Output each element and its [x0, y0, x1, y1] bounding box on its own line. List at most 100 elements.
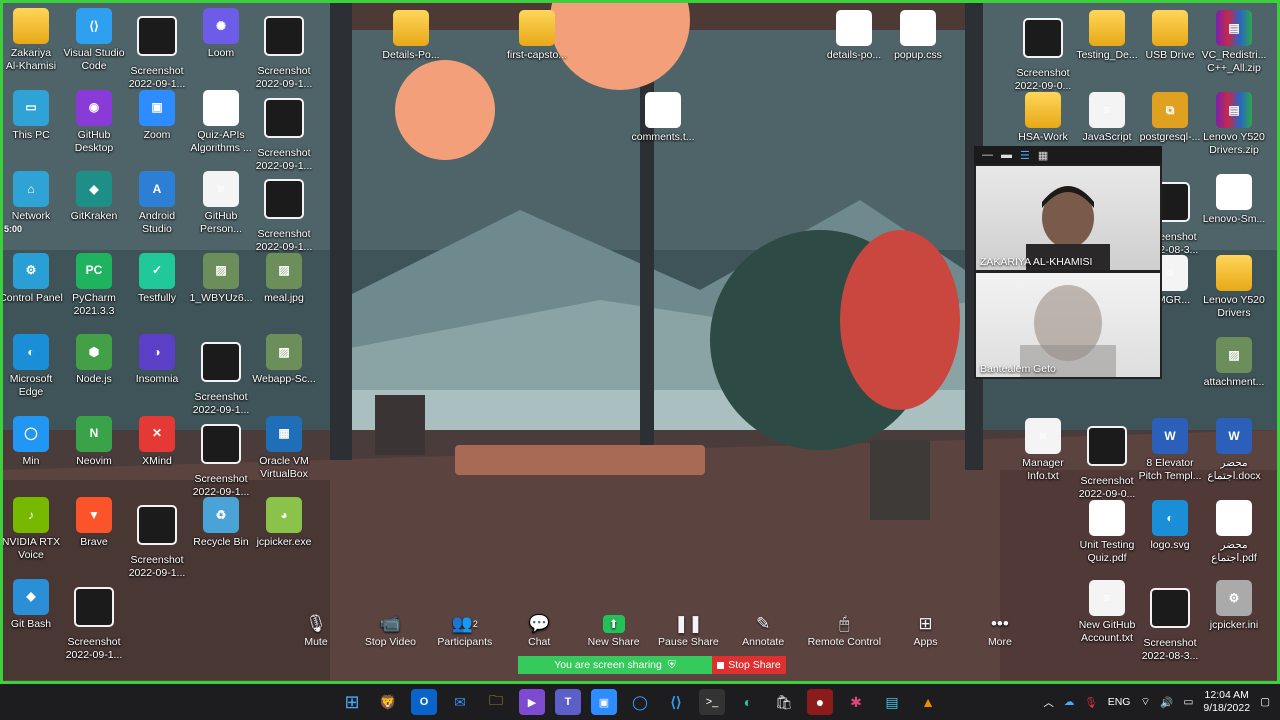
mail-icon[interactable]: ✉	[447, 689, 473, 715]
outlook-icon[interactable]: O	[411, 689, 437, 715]
desktop-icon[interactable]: ♪ NVIDIA RTX Voice	[0, 497, 64, 562]
min-browser-icon[interactable]: ◯	[627, 689, 653, 715]
desktop-icon[interactable]: ⚙ Control Panel	[0, 252, 64, 305]
desktop-icon[interactable]: PC PyCharm 2021.3.3	[61, 252, 127, 318]
desktop-icon[interactable]: ⟨⟩ Visual Studio Code	[61, 8, 127, 73]
desktop-icon[interactable]: Screenshot 2022-09-1...	[251, 8, 317, 91]
desktop-icon[interactable]: N Neovim	[61, 415, 127, 468]
desktop-icon[interactable]: ✕ XMind	[124, 415, 190, 468]
desktop-icon[interactable]: ⬢ Node.js	[61, 334, 127, 386]
stop-share-button[interactable]: Stop Share	[712, 656, 786, 674]
desktop-icon[interactable]: HSA-Work	[1010, 92, 1076, 144]
vlc-icon[interactable]: ▲	[915, 689, 941, 715]
pause-share-button[interactable]: ❚❚ Pause Share	[658, 612, 719, 648]
desktop-icon[interactable]: W محضر اجتماع.docx	[1201, 418, 1267, 483]
desktop-icon[interactable]: ⧉ postgresql-...	[1137, 92, 1203, 144]
wifi-icon[interactable]: ⌔	[1140, 695, 1150, 709]
desktop-icon[interactable]: ▨ meal.jpg	[251, 252, 317, 305]
desktop-icon[interactable]: ▦ Oracle VM VirtualBox	[251, 415, 317, 481]
desktop-icon[interactable]: first-capsto...	[504, 10, 570, 62]
start-windows-icon[interactable]: ⊞	[339, 689, 365, 715]
desktop-icon[interactable]: ◕ jcpicker.exe	[251, 497, 317, 549]
desktop-icon[interactable]: # popup.css	[885, 10, 951, 62]
desktop-icon[interactable]: Screenshot 2022-09-0...	[1010, 10, 1076, 93]
desktop-icon[interactable]: PDF Lenovo-Sm...	[1201, 174, 1267, 226]
desktop-icon[interactable]: ▨ attachment...	[1201, 337, 1267, 389]
strip-view-icon[interactable]: ☰	[1020, 149, 1030, 162]
desktop-icon[interactable]: ▼ Brave	[61, 497, 127, 549]
teams-icon[interactable]: T	[555, 689, 581, 715]
desktop-icon[interactable]: ▨ 1_WBYUz6...	[188, 252, 254, 305]
gallery-view-icon[interactable]: ▦	[1038, 149, 1048, 162]
apps-button[interactable]: ⊞ Apps	[896, 612, 956, 648]
desktop-icon[interactable]: ≡ GitHub Person...	[188, 171, 254, 236]
minimize-icon[interactable]: —	[982, 149, 993, 161]
desktop-icon[interactable]: ▤ VC_Redistri... C++_All.zip	[1201, 10, 1267, 75]
desktop-icon[interactable]: Screenshot 2022-09-1...	[251, 171, 317, 254]
desktop-icon[interactable]: JS details-po...	[821, 10, 887, 62]
desktop-icon[interactable]: ◯ Min	[0, 415, 64, 468]
notes-icon[interactable]: ▤	[879, 689, 905, 715]
desktop-icon[interactable]: ≡ JavaScript	[1074, 92, 1140, 144]
zoom-video-panel[interactable]: — ▬ ☰ ▦ ZAKARIYA AL-KHAMISI Bantealem Ge…	[974, 146, 1162, 379]
desktop-icon[interactable]: USB Drive	[1137, 10, 1203, 62]
desktop-icon[interactable]: PDF Unit Testing Quiz.pdf	[1074, 500, 1140, 565]
desktop-icon[interactable]: Screenshot 2022-09-0...	[1074, 418, 1140, 501]
participant-video-zakariya[interactable]: ZAKARIYA AL-KHAMISI	[976, 166, 1160, 270]
notification-icon[interactable]: ▢	[1260, 696, 1270, 708]
desktop-icon[interactable]: ⚙ jcpicker.ini	[1201, 580, 1267, 632]
desktop-icon[interactable]: ◐ Microsoft Edge	[0, 334, 64, 399]
store-icon[interactable]: 🛍	[771, 689, 797, 715]
desktop-icon[interactable]: ◆ Git Bash	[0, 578, 64, 631]
participants-button[interactable]: 👥 2 Participants	[435, 612, 495, 648]
desktop-icon[interactable]: ◑ Insomnia	[124, 334, 190, 386]
brave-icon[interactable]: 🦁	[375, 689, 401, 715]
desktop-icon[interactable]: ◐ logo.svg	[1137, 500, 1203, 552]
desktop-icon[interactable]: Testing_De...	[1074, 10, 1140, 62]
microphone-in-use-icon[interactable]: 🎙	[1084, 696, 1097, 709]
language-indicator[interactable]: ENG	[1108, 696, 1131, 708]
onedrive-icon[interactable]: ☁	[1064, 696, 1075, 708]
slack-icon[interactable]: ✱	[843, 689, 869, 715]
more-button[interactable]: ••• More	[970, 612, 1030, 648]
desktop-icon[interactable]: Lenovo Y520 Drivers	[1201, 255, 1267, 320]
clock[interactable]: 12:04 AM 9/18/2022	[1203, 689, 1250, 715]
recorder-icon[interactable]: ●	[807, 689, 833, 715]
desktop-icon[interactable]: ✺ Loom	[188, 8, 254, 60]
battery-icon[interactable]: ▭	[1183, 696, 1193, 708]
desktop-icon[interactable]: Screenshot 2022-09-1...	[61, 579, 127, 662]
desktop-icon[interactable]: Screenshot 2022-09-1...	[251, 90, 317, 173]
participant-video-bantealem[interactable]: Bantealem Geto	[976, 273, 1160, 377]
stop-video-button[interactable]: 📹 Stop Video	[360, 612, 420, 648]
new-share-button[interactable]: ⬆ New Share	[584, 612, 644, 648]
desktop-icon[interactable]: ◆ GitKraken	[61, 171, 127, 223]
desktop-icon[interactable]: Details-Po...	[378, 10, 444, 62]
desktop-icon[interactable]: JS comments.t...	[630, 92, 696, 144]
desktop-icon[interactable]: Screenshot 2022-08-3...	[1137, 580, 1203, 663]
annotate-button[interactable]: ✎ Annotate	[733, 612, 793, 648]
desktop-icon[interactable]: Screenshot 2022-09-1...	[124, 497, 190, 580]
terminal-icon[interactable]: >_	[699, 689, 725, 715]
file-explorer-icon[interactable]: 🗀	[483, 689, 509, 715]
desktop-icon[interactable]: ▣ Zoom	[124, 89, 190, 142]
desktop-icon[interactable]: ◉ GitHub Desktop	[61, 89, 127, 155]
vscode-icon[interactable]: ⟨⟩	[663, 689, 689, 715]
edge-icon[interactable]: ◐	[735, 689, 761, 715]
remote-control-button[interactable]: 🖱 Remote Control	[808, 612, 882, 648]
volume-icon[interactable]: 🔊	[1160, 696, 1173, 709]
desktop-icon[interactable]: ▨ Webapp-Sc...	[251, 334, 317, 386]
desktop-icon[interactable]: ⌂ Network	[0, 171, 64, 223]
visual-studio-icon[interactable]: ▶	[519, 689, 545, 715]
desktop-icon[interactable]: ✓ Testfully	[124, 252, 190, 305]
zoom-icon[interactable]: ▣	[591, 689, 617, 715]
show-hidden-icons-chevron-icon[interactable]: ︿	[1043, 695, 1054, 710]
desktop-icon[interactable]: Screenshot 2022-09-1...	[124, 8, 190, 91]
desktop-icon[interactable]: A Android Studio	[124, 171, 190, 236]
desktop-icon[interactable]: ♻ Recycle Bin	[188, 497, 254, 549]
desktop-icon[interactable]: W 8 Elevator Pitch Templ...	[1137, 418, 1203, 483]
desktop-icon[interactable]: Screenshot 2022-09-1...	[188, 334, 254, 417]
desktop-icon[interactable]: PDF Quiz-APIs Algorithms ...	[188, 89, 254, 155]
desktop-icon[interactable]: ▤ Lenovo Y520 Drivers.zip	[1201, 92, 1267, 157]
chat-button[interactable]: 💬 Chat	[509, 612, 569, 648]
desktop-icon[interactable]: ≡ New GitHub Account.txt	[1074, 580, 1140, 645]
